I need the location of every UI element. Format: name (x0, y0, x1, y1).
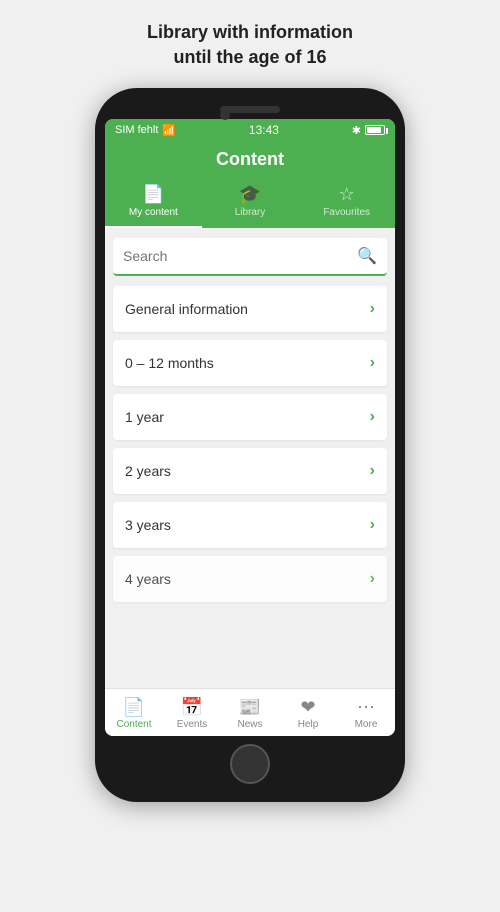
page-title: Library with information until the age o… (147, 20, 353, 70)
list-item-2-years-label: 2 years (125, 463, 171, 479)
status-bar-right: ✱ (352, 124, 385, 137)
phone-top-bar (105, 106, 395, 113)
tab-library-label: Library (235, 207, 266, 218)
chevron-right-icon-0-12: › (370, 354, 375, 372)
bottom-nav-events-label: Events (177, 719, 208, 730)
bottom-nav-more[interactable]: ⋯ More (337, 695, 395, 732)
list-item-1-year-label: 1 year (125, 409, 164, 425)
phone-home-button[interactable] (230, 744, 270, 784)
list-item-4-years[interactable]: 4 years › (113, 556, 387, 602)
tab-favourites-icon: ☆ (339, 184, 355, 205)
chevron-right-icon-3-years: › (370, 516, 375, 534)
status-bar-left: SIM fehlt 📶 (115, 124, 176, 137)
bottom-nav-news-icon: 📰 (239, 697, 261, 718)
tab-library[interactable]: 🎓 Library (202, 178, 299, 228)
chevron-right-icon-2-years: › (370, 462, 375, 480)
search-box[interactable]: 🔍 (113, 238, 387, 276)
list-item-3-years[interactable]: 3 years › (113, 502, 387, 548)
tab-favourites-label: Favourites (323, 207, 370, 218)
tab-bar: 📄 My content 🎓 Library ☆ Favourites (105, 178, 395, 228)
bottom-nav-more-label: More (355, 719, 378, 730)
bottom-nav-content-label: Content (116, 719, 151, 730)
bottom-nav-help-icon: ❤ (300, 697, 315, 718)
bottom-nav-news[interactable]: 📰 News (221, 695, 279, 732)
search-icon: 🔍 (357, 246, 377, 266)
list-item-4-years-label: 4 years (125, 571, 171, 587)
bottom-nav-news-label: News (237, 719, 262, 730)
list-item-general-label: General information (125, 301, 248, 317)
app-header-title: Content (105, 149, 395, 170)
bottom-nav-content[interactable]: 📄 Content (105, 695, 163, 732)
bottom-nav-more-icon: ⋯ (357, 697, 375, 718)
content-area: 🔍 General information › 0 – 12 months › … (105, 228, 395, 688)
bottom-nav-help-label: Help (298, 719, 319, 730)
bottom-nav-events-icon: 📅 (181, 697, 203, 718)
tab-library-icon: 🎓 (239, 184, 261, 205)
list-item-0-12-label: 0 – 12 months (125, 355, 214, 371)
bottom-nav-events[interactable]: 📅 Events (163, 695, 221, 732)
tab-my-content-icon: 📄 (142, 184, 164, 205)
tab-my-content-label: My content (129, 207, 178, 218)
chevron-right-icon-general: › (370, 300, 375, 318)
chevron-right-icon-4-years: › (370, 570, 375, 588)
bottom-nav-content-icon: 📄 (123, 697, 145, 718)
carrier-label: SIM fehlt (115, 124, 158, 136)
list-item-3-years-label: 3 years (125, 517, 171, 533)
list-item-2-years[interactable]: 2 years › (113, 448, 387, 494)
tab-favourites[interactable]: ☆ Favourites (298, 178, 395, 228)
bluetooth-icon: ✱ (352, 124, 361, 137)
app-header: Content 📄 My content 🎓 Library ☆ Favouri… (105, 141, 395, 228)
bottom-nav: 📄 Content 📅 Events 📰 News ❤ Help ⋯ More (105, 688, 395, 736)
list-item-1-year[interactable]: 1 year › (113, 394, 387, 440)
chevron-right-icon-1-year: › (370, 408, 375, 426)
search-input[interactable] (123, 248, 357, 264)
wifi-icon: 📶 (162, 124, 176, 137)
battery-icon (365, 125, 385, 135)
list-item-0-12[interactable]: 0 – 12 months › (113, 340, 387, 386)
status-bar: SIM fehlt 📶 13:43 ✱ (105, 119, 395, 141)
tab-my-content[interactable]: 📄 My content (105, 178, 202, 228)
phone-screen: SIM fehlt 📶 13:43 ✱ Content 📄 My content (105, 119, 395, 736)
bottom-nav-help[interactable]: ❤ Help (279, 695, 337, 732)
phone-frame: SIM fehlt 📶 13:43 ✱ Content 📄 My content (95, 88, 405, 802)
list-item-general[interactable]: General information › (113, 286, 387, 332)
status-bar-time: 13:43 (249, 123, 279, 137)
phone-bottom-bar (105, 744, 395, 784)
